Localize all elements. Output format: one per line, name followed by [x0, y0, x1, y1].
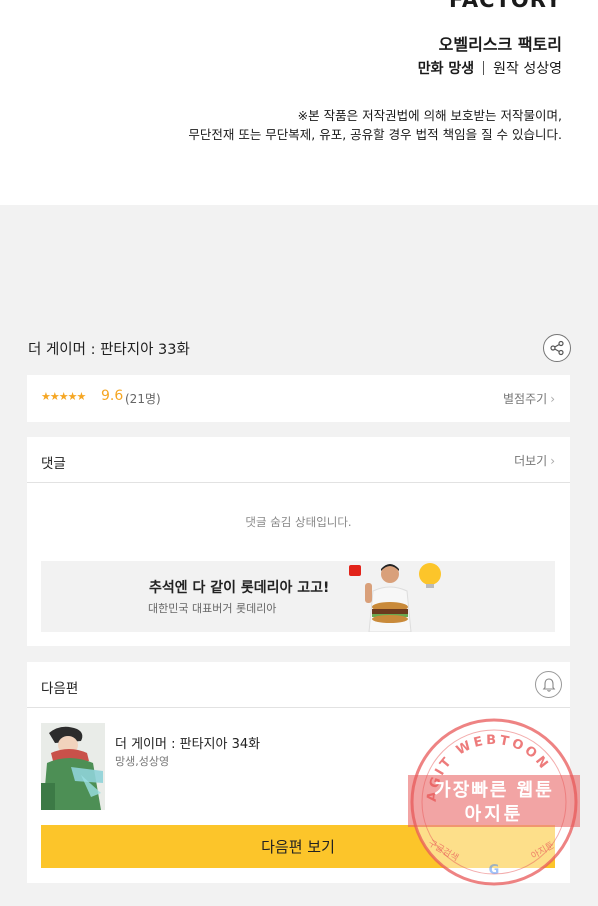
comment-card: 댓글 더보기 › 댓글 숨김 상태입니다. 추석엔 다 같이 롯데리아 고고! 대… — [27, 437, 570, 646]
ad-banner[interactable]: 추석엔 다 같이 롯데리아 고고! 대한민국 대표버거 롯데리아 — [41, 561, 555, 632]
divider — [27, 707, 570, 708]
copyright-line-2: 무단전재 또는 무단복제, 유포, 공유할 경우 법적 책임을 질 수 있습니다… — [188, 127, 562, 142]
ad-person-image — [365, 564, 412, 632]
rating-stars: ★★★★★ — [41, 390, 86, 403]
rate-link-label: 별점주기 — [503, 392, 548, 406]
comment-heading: 댓글 — [41, 456, 66, 472]
divider — [27, 482, 570, 483]
lightbulb-icon — [419, 563, 441, 588]
credits: 만화 망생 원작 성상영 — [418, 58, 562, 78]
publisher-info-section: FACTORY 오벨리스크 팩토리 만화 망생 원작 성상영 ※본 작품은 저작권… — [0, 0, 598, 205]
next-episode-button[interactable]: 다음편 보기 — [41, 825, 555, 868]
chevron-right-icon: › — [550, 392, 555, 406]
share-button[interactable] — [543, 334, 571, 362]
next-episode-heading: 다음편 — [41, 681, 79, 697]
next-episode-title[interactable]: 더 게이머 : 판타지아 34화 — [115, 733, 260, 752]
rating-card: ★★★★★ 9.6 (21명) 별점주기 › — [27, 375, 570, 422]
notification-button[interactable] — [535, 671, 562, 698]
chevron-right-icon: › — [550, 454, 555, 468]
publisher-name: 오벨리스크 팩토리 — [438, 35, 562, 54]
next-episode-authors: 망생,성상영 — [115, 755, 170, 768]
rating-score: 9.6 — [101, 388, 124, 404]
copyright-notice: ※본 작품은 저작권법에 의해 보호받는 저작물이며, 무단전재 또는 무단복제… — [188, 106, 562, 144]
publisher-logo: FACTORY — [448, 0, 562, 12]
comments-hidden-message: 댓글 숨김 상태입니다. — [245, 515, 352, 529]
original-credit: 원작 성상영 — [493, 61, 562, 77]
next-episode-card: 다음편 더 게이머 : 판타지아 34화 망생,성상영 다음편 보기 — [27, 662, 570, 883]
credit-divider — [483, 61, 485, 75]
more-link-label: 더보기 — [514, 454, 548, 468]
bell-icon — [542, 677, 555, 692]
rating-count: (21명) — [125, 392, 161, 406]
next-episode-thumbnail[interactable] — [41, 723, 105, 810]
rate-link[interactable]: 별점주기 › — [503, 390, 555, 407]
episode-title: 더 게이머 : 판타지아 33화 — [28, 342, 190, 358]
comic-credit: 만화 망생 — [417, 61, 475, 77]
copyright-line-1: ※본 작품은 저작권법에 의해 보호받는 저작물이며, — [297, 108, 562, 123]
share-icon — [550, 340, 564, 356]
comments-more-link[interactable]: 더보기 › — [514, 452, 555, 469]
ad-subtitle: 대한민국 대표버거 롯데리아 — [148, 602, 277, 615]
ad-title: 추석엔 다 같이 롯데리아 고고! — [149, 580, 330, 596]
